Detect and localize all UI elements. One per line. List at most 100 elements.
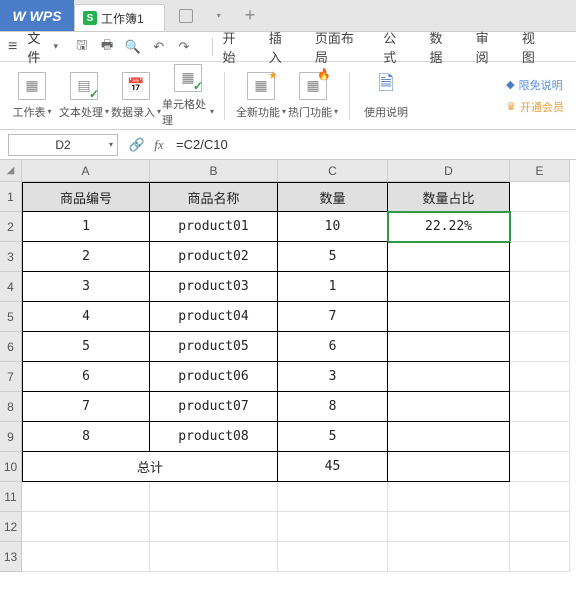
cell-E13[interactable] <box>510 542 570 572</box>
cell-D4[interactable] <box>388 272 510 302</box>
document-tab[interactable]: S 工作簿1 <box>74 4 165 31</box>
window-mode-icon[interactable] <box>179 9 193 23</box>
cell-D12[interactable] <box>388 512 510 542</box>
cell-E9[interactable] <box>510 422 570 452</box>
hot-features-button[interactable]: ▦ 热门功能▾ <box>287 72 339 120</box>
row-header-4[interactable]: 4 <box>0 272 22 302</box>
ribbon-tab-review[interactable]: 审阅 <box>476 28 498 66</box>
cell-B2[interactable]: product01 <box>150 212 278 242</box>
row-header-2[interactable]: 2 <box>0 212 22 242</box>
column-header-B[interactable]: B <box>150 160 278 182</box>
cell-E6[interactable] <box>510 332 570 362</box>
cell-A3[interactable]: 2 <box>22 242 150 272</box>
usage-guide-button[interactable]: 🗎 使用说明 <box>360 72 412 120</box>
cell-D3[interactable] <box>388 242 510 272</box>
cell-C11[interactable] <box>278 482 388 512</box>
cell-B4[interactable]: product03 <box>150 272 278 302</box>
cell-A1[interactable]: 商品编号 <box>22 182 150 212</box>
cell-E10[interactable] <box>510 452 570 482</box>
row-header-11[interactable]: 11 <box>0 482 22 512</box>
cell-A8[interactable]: 7 <box>22 392 150 422</box>
save-icon[interactable]: 🖫 <box>74 36 89 58</box>
row-header-1[interactable]: 1 <box>0 182 22 212</box>
cell-D11[interactable] <box>388 482 510 512</box>
cell-B3[interactable]: product02 <box>150 242 278 272</box>
row-header-10[interactable]: 10 <box>0 452 22 482</box>
cell-E11[interactable] <box>510 482 570 512</box>
cell-C4[interactable]: 1 <box>278 272 388 302</box>
cell-C10[interactable]: 45 <box>278 452 388 482</box>
new-tab-button[interactable]: + <box>245 5 256 26</box>
tab-caret-icon[interactable]: ▾ <box>217 11 221 20</box>
row-header-5[interactable]: 5 <box>0 302 22 332</box>
row-header-6[interactable]: 6 <box>0 332 22 362</box>
worksheet-button[interactable]: ▦ 工作表▾ <box>6 64 58 128</box>
cell-A11[interactable] <box>22 482 150 512</box>
new-features-button[interactable]: ▦ 全新功能▾ <box>235 72 287 120</box>
cell-B5[interactable]: product04 <box>150 302 278 332</box>
file-menu[interactable]: 文件 <box>27 28 49 66</box>
cell-A5[interactable]: 4 <box>22 302 150 332</box>
ribbon-tab-formulas[interactable]: 公式 <box>383 28 405 66</box>
cell-E12[interactable] <box>510 512 570 542</box>
ribbon-tab-view[interactable]: 视图 <box>522 28 544 66</box>
cell-B1[interactable]: 商品名称 <box>150 182 278 212</box>
row-header-12[interactable]: 12 <box>0 512 22 542</box>
cell-B7[interactable]: product06 <box>150 362 278 392</box>
text-processing-button[interactable]: ▤ 文本处理▾ <box>58 64 110 128</box>
cell-D7[interactable] <box>388 362 510 392</box>
formula-input[interactable]: =C2/C10 <box>170 137 576 152</box>
cell-E5[interactable] <box>510 302 570 332</box>
cell-E8[interactable] <box>510 392 570 422</box>
redo-icon[interactable]: ↷ <box>176 39 191 55</box>
cell-B12[interactable] <box>150 512 278 542</box>
preview-icon[interactable]: 🔍 <box>125 39 141 55</box>
column-header-C[interactable]: C <box>278 160 388 182</box>
cell-B6[interactable]: product05 <box>150 332 278 362</box>
cell-E1[interactable] <box>510 182 570 212</box>
cell-B9[interactable]: product08 <box>150 422 278 452</box>
cell-C13[interactable] <box>278 542 388 572</box>
row-header-13[interactable]: 13 <box>0 542 22 572</box>
cell-C5[interactable]: 7 <box>278 302 388 332</box>
cell-C8[interactable]: 8 <box>278 392 388 422</box>
cell-E7[interactable] <box>510 362 570 392</box>
column-header-D[interactable]: D <box>388 160 510 182</box>
cell-E3[interactable] <box>510 242 570 272</box>
cell-D6[interactable] <box>388 332 510 362</box>
select-all-corner[interactable]: ◢ <box>0 160 22 182</box>
cell-D8[interactable] <box>388 392 510 422</box>
cell-E4[interactable] <box>510 272 570 302</box>
open-member-link[interactable]: ♛开通会员 <box>506 99 564 115</box>
cell-D2[interactable]: 22.22% <box>388 212 510 242</box>
cell-E2[interactable] <box>510 212 570 242</box>
cell-A9[interactable]: 8 <box>22 422 150 452</box>
cell-D1[interactable]: 数量占比 <box>388 182 510 212</box>
ribbon-tab-home[interactable]: 开始 <box>223 28 245 66</box>
cell-processing-button[interactable]: ▦ 单元格处理▾ <box>162 64 214 128</box>
cell-D13[interactable] <box>388 542 510 572</box>
cell-D10[interactable] <box>388 452 510 482</box>
cell-A6[interactable]: 5 <box>22 332 150 362</box>
free-info-link[interactable]: ◆限免说明 <box>506 77 564 93</box>
data-entry-button[interactable]: 📅 数据录入▾ <box>110 64 162 128</box>
ribbon-tab-insert[interactable]: 插入 <box>269 28 291 66</box>
fx-icon[interactable]: fx <box>148 137 170 153</box>
cell-A4[interactable]: 3 <box>22 272 150 302</box>
row-header-3[interactable]: 3 <box>0 242 22 272</box>
cell-C3[interactable]: 5 <box>278 242 388 272</box>
cell-A12[interactable] <box>22 512 150 542</box>
cell-A7[interactable]: 6 <box>22 362 150 392</box>
cell-B13[interactable] <box>150 542 278 572</box>
formula-link-icon[interactable]: 🔗 <box>126 137 148 153</box>
cell-C12[interactable] <box>278 512 388 542</box>
cells-area[interactable]: 商品编号商品名称数量数量占比1product011022.22%2product… <box>22 182 570 572</box>
cell-total-label[interactable]: 总计 <box>22 452 278 482</box>
ribbon-tab-data[interactable]: 数据 <box>429 28 451 66</box>
undo-icon[interactable]: ↶ <box>151 39 166 55</box>
ribbon-tab-pagelayout[interactable]: 页面布局 <box>315 28 359 66</box>
row-header-9[interactable]: 9 <box>0 422 22 452</box>
cell-B11[interactable] <box>150 482 278 512</box>
name-box[interactable]: D2 ▾ <box>8 134 118 156</box>
column-header-E[interactable]: E <box>510 160 570 182</box>
